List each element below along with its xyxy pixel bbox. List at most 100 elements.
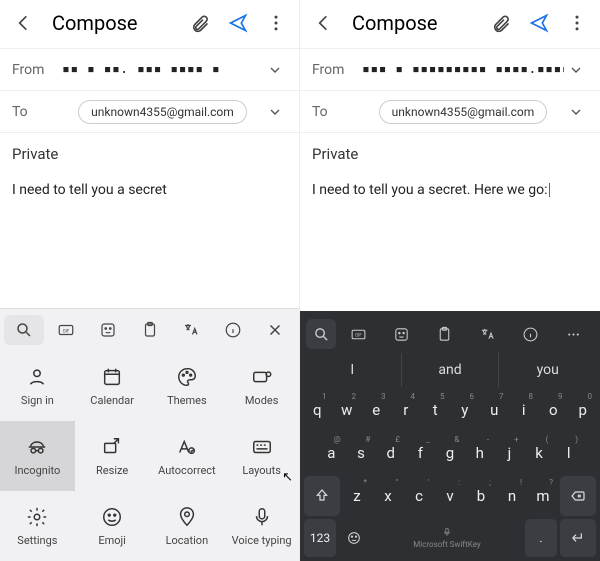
suggestion[interactable]: I [304, 353, 401, 387]
modes-label: Modes [245, 394, 279, 407]
search-icon[interactable] [4, 315, 44, 345]
key-y[interactable]: y6 [452, 390, 479, 430]
gif-icon[interactable]: GIF [338, 319, 379, 349]
clipboard-icon[interactable] [424, 319, 465, 349]
key-a[interactable]: a@ [318, 433, 345, 473]
location-label: Location [166, 534, 209, 547]
more-dots-icon[interactable] [553, 319, 594, 349]
backspace-key[interactable] [560, 476, 596, 516]
key-u[interactable]: u7 [481, 390, 508, 430]
mode-key[interactable]: 123 [304, 519, 336, 557]
chevron-down-icon[interactable] [564, 104, 588, 120]
body-field[interactable]: I need to tell you a secret [0, 171, 299, 308]
location-cell[interactable]: Location [150, 491, 225, 561]
from-row[interactable]: From ▪▪ ▪ ▪▪. ▪▪▪ ▪▪▪▪ ▪ [0, 48, 299, 90]
autocorrect-label: Autocorrect [158, 464, 216, 477]
attach-icon[interactable] [486, 8, 516, 38]
key-g[interactable]: g& [437, 433, 464, 473]
calendar-cell[interactable]: Calendar [75, 351, 150, 421]
period-key[interactable]: . [525, 519, 557, 557]
incognito-cell[interactable]: Incognito [0, 421, 75, 491]
key-h[interactable]: h- [466, 433, 493, 473]
suggestion[interactable]: and [401, 353, 499, 387]
key-t[interactable]: t5 [422, 390, 449, 430]
key-l[interactable]: l) [555, 433, 582, 473]
close-icon[interactable] [255, 315, 295, 345]
clipboard-icon[interactable] [130, 315, 170, 345]
subject-field[interactable]: Private [300, 132, 600, 171]
calendar-label: Calendar [90, 394, 134, 407]
voice-cell[interactable]: Voice typing [224, 491, 299, 561]
modes-cell[interactable]: Modes [224, 351, 299, 421]
resize-cell[interactable]: Resize [75, 421, 150, 491]
sticker-icon[interactable] [88, 315, 128, 345]
emoji-key[interactable] [339, 519, 369, 557]
keyboard-settings-panel: GIF Sign in [0, 308, 299, 561]
gif-icon[interactable]: GIF [46, 315, 86, 345]
themes-cell[interactable]: Themes [150, 351, 225, 421]
to-chip[interactable]: unknown4355@gmail.com [379, 100, 548, 124]
shift-key[interactable] [304, 476, 340, 516]
key-i[interactable]: i8 [511, 390, 538, 430]
keyboard-settings-grid: Sign in Calendar Themes Modes Incognito … [0, 351, 299, 561]
spacebar-brand: Microsoft SwiftKey [413, 540, 480, 549]
subject-field[interactable]: Private [0, 132, 299, 171]
key-d[interactable]: d£ [377, 433, 404, 473]
key-x[interactable]: x" [374, 476, 402, 516]
key-z[interactable]: z* [343, 476, 371, 516]
layouts-cell[interactable]: Layouts ↖ [224, 421, 299, 491]
spacebar[interactable]: Microsoft SwiftKey [372, 519, 522, 557]
chevron-down-icon[interactable] [263, 104, 287, 120]
key-c[interactable]: c' [405, 476, 433, 516]
more-icon[interactable] [562, 8, 592, 38]
key-r[interactable]: r4 [393, 390, 420, 430]
from-value: ▪▪▪ ▪ ▪▪▪▪▪▪▪▪▪ ▪▪▪▪.▪▪▪▪ [362, 62, 564, 77]
key-j[interactable]: j+ [496, 433, 523, 473]
key-m[interactable]: m? [529, 476, 557, 516]
back-icon[interactable] [8, 8, 38, 38]
more-icon[interactable] [261, 8, 291, 38]
chevron-down-icon[interactable] [564, 62, 588, 78]
send-icon[interactable] [524, 8, 554, 38]
keyboard-toolbar: GIF [0, 309, 299, 351]
to-label: To [12, 104, 62, 120]
suggestion[interactable]: you [498, 353, 596, 387]
autocorrect-cell[interactable]: Autocorrect [150, 421, 225, 491]
info-icon[interactable] [213, 315, 253, 345]
key-s[interactable]: s# [348, 433, 375, 473]
compose-title: Compose [52, 11, 138, 35]
to-row[interactable]: To unknown4355@gmail.com [300, 90, 600, 132]
key-p[interactable]: p0 [570, 390, 597, 430]
sticker-icon[interactable] [381, 319, 422, 349]
enter-key[interactable] [560, 519, 596, 557]
search-icon[interactable] [306, 319, 336, 349]
to-chip[interactable]: unknown4355@gmail.com [78, 100, 247, 124]
translate-icon[interactable] [467, 319, 508, 349]
emoji-label: Emoji [98, 534, 125, 547]
key-v[interactable]: v: [436, 476, 464, 516]
emoji-cell[interactable]: Emoji [75, 491, 150, 561]
key-q[interactable]: q1 [304, 390, 331, 430]
svg-text:GIF: GIF [355, 333, 362, 338]
key-n[interactable]: n! [498, 476, 526, 516]
from-row[interactable]: From ▪▪▪ ▪ ▪▪▪▪▪▪▪▪▪ ▪▪▪▪.▪▪▪▪ [300, 48, 600, 90]
translate-icon[interactable] [171, 315, 211, 345]
send-icon[interactable] [223, 8, 253, 38]
attach-icon[interactable] [185, 8, 215, 38]
back-icon[interactable] [308, 8, 338, 38]
key-f[interactable]: f_ [407, 433, 434, 473]
compose-header: Compose [0, 0, 299, 48]
right-pane: Compose From ▪▪▪ ▪ ▪▪▪▪▪▪▪▪▪ ▪▪▪▪.▪▪▪▪ T… [300, 0, 600, 561]
settings-cell[interactable]: Settings [0, 491, 75, 561]
signin-cell[interactable]: Sign in [0, 351, 75, 421]
body-field[interactable]: I need to tell you a secret. Here we go: [300, 171, 600, 311]
to-row[interactable]: To unknown4355@gmail.com [0, 90, 299, 132]
key-o[interactable]: o9 [540, 390, 567, 430]
info-icon[interactable] [510, 319, 551, 349]
key-k[interactable]: k( [526, 433, 553, 473]
compose-title: Compose [352, 11, 438, 35]
key-w[interactable]: w2 [334, 390, 361, 430]
key-e[interactable]: e3 [363, 390, 390, 430]
key-b[interactable]: b; [467, 476, 495, 516]
chevron-down-icon[interactable] [263, 62, 287, 78]
